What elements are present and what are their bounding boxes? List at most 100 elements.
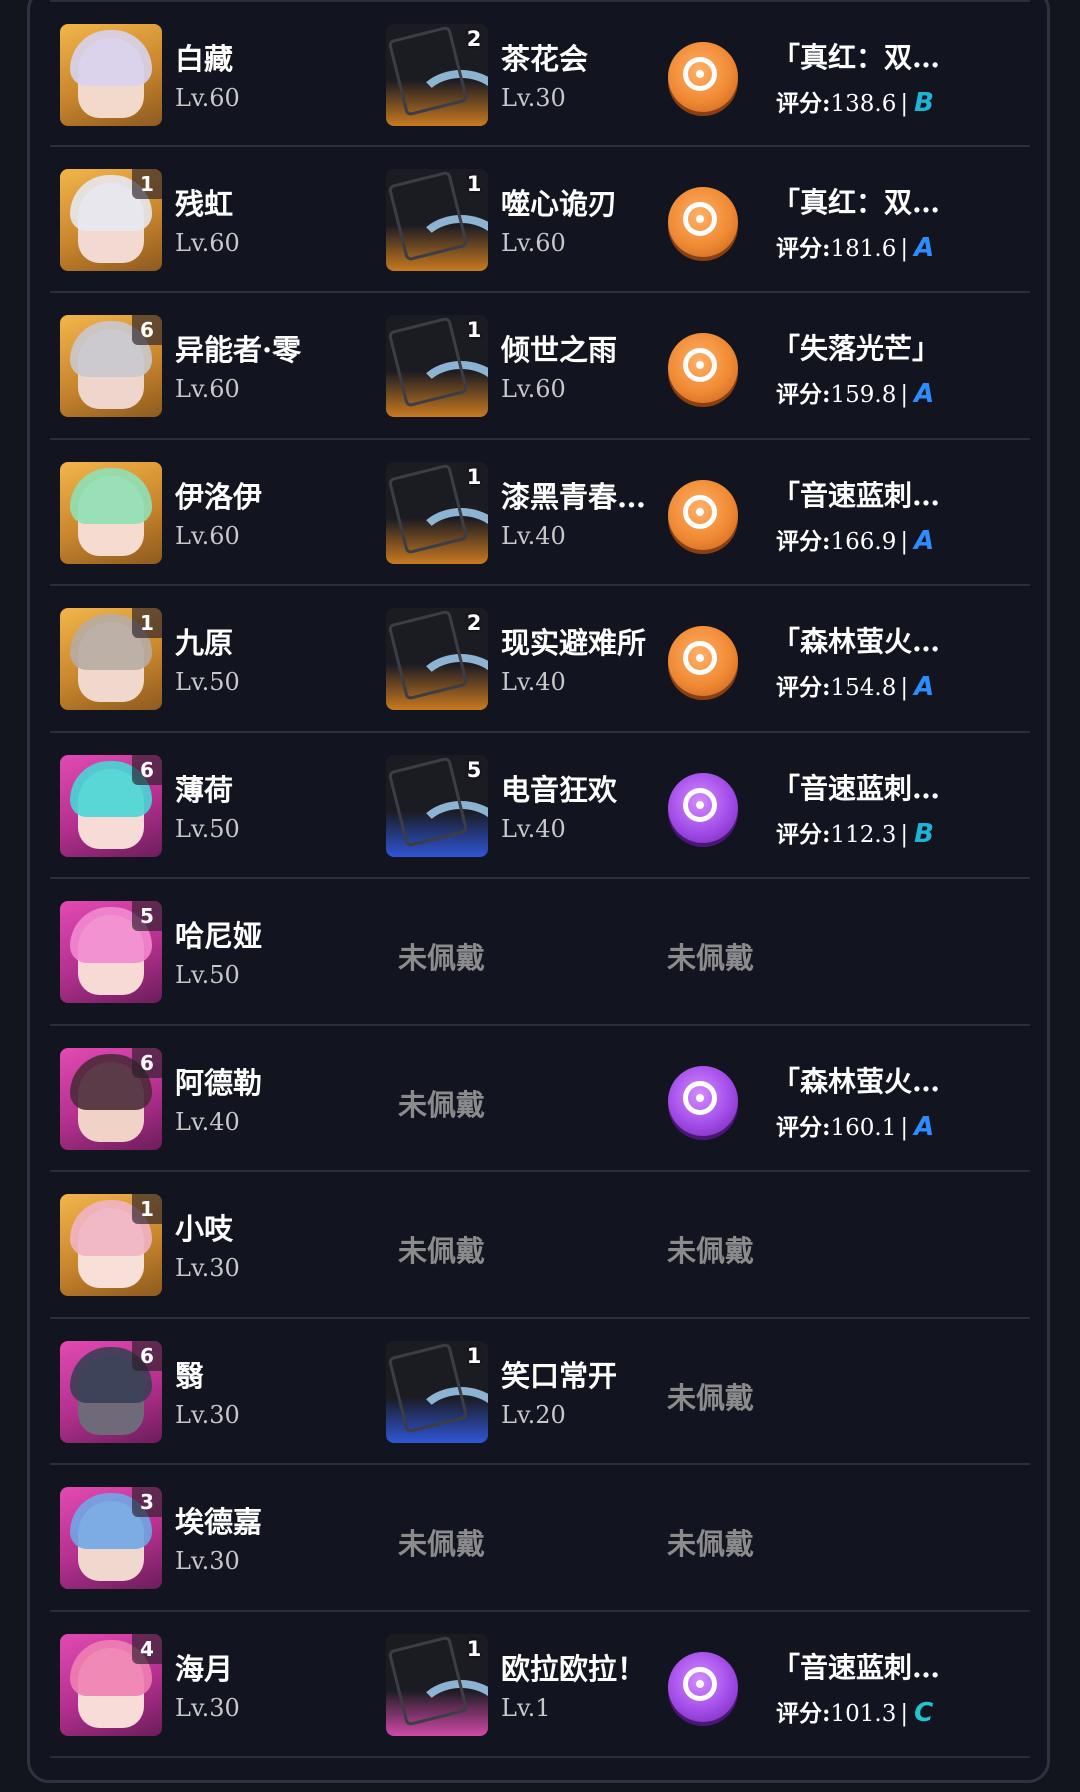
character-row[interactable]: 6 薄荷 Lv.50 5 电音狂欢 Lv.40 「音速蓝刺… 评分:112.3 | B [50,733,1030,879]
character-portrait[interactable] [60,461,162,564]
card-name: 现实避难所 [501,626,647,660]
character-rank-badge: 6 [132,1047,162,1078]
disc-score: 评分:166.9 | A [776,522,934,556]
character-portrait[interactable]: 4 [60,1633,162,1736]
character-level: Lv.30 [175,1693,240,1722]
character-portrait[interactable]: 6 [60,315,162,417]
disc-icon[interactable] [668,479,738,550]
character-row[interactable]: 伊洛伊 Lv.60 1 漆黑青春… Lv.40 「音速蓝刺… 评分:166.9 | A [50,440,1030,586]
disc-icon[interactable] [668,1651,738,1722]
character-portrait[interactable]: 1 [60,1194,162,1296]
card-unequipped-label[interactable]: 未佩戴 [398,1228,485,1270]
character-row[interactable]: 白藏 Lv.60 2 茶花会 Lv.30 「真红：双… 评分:138.6 | B [50,0,1030,147]
score-separator: | [900,91,909,117]
character-row[interactable]: 6 阿德勒 Lv.40 未佩戴 「森林萤火… 评分:160.1 | A [50,1026,1030,1172]
disc-icon[interactable] [668,1065,738,1136]
character-row[interactable]: 6 异能者·零 Lv.60 1 倾世之雨 Lv.60 「失落光芒」 评分:159.8 | A [50,293,1030,440]
character-rank-badge: 3 [132,1487,162,1517]
card-unequipped-label[interactable]: 未佩戴 [398,935,485,977]
disc-icon[interactable] [668,333,738,403]
character-row[interactable]: 5 哈尼娅 Lv.50 未佩戴 未佩戴 [50,879,1030,1026]
card-art[interactable]: 1 [386,1340,488,1443]
disc-icon[interactable] [668,186,738,257]
score-grade: A [914,232,935,263]
character-level: Lv.40 [175,1107,240,1136]
disc-name: 「森林萤火… [772,625,941,658]
card-art[interactable]: 1 [386,168,488,271]
score-label: 评分: [776,381,831,408]
score-value: 154.8 [830,675,897,701]
score-label: 评分: [776,90,831,117]
score-grade: C [914,1697,934,1728]
card-rank-badge: 1 [466,1343,482,1368]
disc-unequipped-label[interactable]: 未佩戴 [667,1521,754,1563]
card-rank-badge: 1 [466,318,482,342]
disc-unequipped-label[interactable]: 未佩戴 [667,1228,754,1270]
character-portrait[interactable]: 6 [60,754,162,857]
character-row[interactable]: 1 残虹 Lv.60 1 噬心诡刃 Lv.60 「真红：双… 评分:181.6 | A [50,147,1030,293]
character-level: Lv.30 [175,1400,240,1429]
disc-score: 评分:101.3 | C [776,1694,933,1728]
character-portrait[interactable]: 3 [60,1487,162,1589]
card-level: Lv.30 [501,84,566,112]
disc-icon[interactable] [668,626,738,696]
character-portrait[interactable]: 1 [60,608,162,710]
character-row[interactable]: 1 九原 Lv.50 2 现实避难所 Lv.40 「森林萤火… 评分:154.8 | A [50,586,1030,733]
disc-name: 「音速蓝刺… [772,478,941,512]
card-art[interactable]: 1 [386,461,488,564]
character-rank-badge: 6 [132,754,162,785]
character-row[interactable]: 3 埃德嘉 Lv.30 未佩戴 未佩戴 [50,1465,1030,1612]
disc-icon[interactable] [668,42,738,112]
card-art[interactable]: 1 [386,1633,488,1736]
card-name: 倾世之雨 [501,333,618,367]
character-portrait[interactable]: 6 [60,1340,162,1443]
character-name: 伊洛伊 [175,479,263,514]
score-value: 181.6 [830,235,897,262]
character-rank-badge: 6 [132,315,162,345]
character-level: Lv.60 [175,228,240,257]
disc-unequipped-label[interactable]: 未佩戴 [667,935,754,977]
score-grade: B [914,818,934,849]
score-value: 160.1 [830,1114,897,1141]
card-art[interactable]: 2 [386,24,488,126]
character-name: 哈尼娅 [175,919,263,953]
character-name: 埃德嘉 [175,1505,263,1539]
character-portrait[interactable] [60,24,162,126]
score-value: 112.3 [830,821,897,848]
character-level: Lv.50 [175,961,240,989]
character-name: 异能者·零 [175,333,302,367]
character-portrait[interactable]: 5 [60,901,162,1003]
character-rank-badge: 1 [132,1194,162,1224]
character-name: 白藏 [175,42,234,76]
card-unequipped-label[interactable]: 未佩戴 [398,1521,485,1563]
card-level: Lv.60 [501,375,566,403]
card-unequipped-label[interactable]: 未佩戴 [398,1082,485,1124]
character-name: 翳 [175,1358,205,1393]
card-art[interactable]: 1 [386,315,488,417]
character-row[interactable]: 1 小吱 Lv.30 未佩戴 未佩戴 [50,1172,1030,1319]
character-portrait[interactable]: 1 [60,168,162,271]
character-name: 阿德勒 [175,1065,263,1100]
character-rank-badge: 4 [132,1633,162,1664]
score-grade: B [914,88,934,118]
card-name: 欧拉欧拉！ [501,1651,647,1686]
character-rank-badge: 6 [132,1340,162,1371]
character-level: Lv.60 [175,521,240,550]
disc-name: 「音速蓝刺… [772,1650,941,1684]
character-row[interactable]: 4 海月 Lv.30 1 欧拉欧拉！ Lv.1 「音速蓝刺… 评分:101.3 | C [50,1612,1030,1758]
card-name: 电音狂欢 [501,772,618,807]
disc-score: 评分:112.3 | B [776,815,934,849]
disc-symbol-icon [683,1080,717,1115]
card-rank-badge: 2 [466,611,482,635]
character-portrait[interactable]: 6 [60,1047,162,1150]
disc-icon[interactable] [668,772,738,843]
disc-unequipped-label[interactable]: 未佩戴 [667,1375,754,1417]
card-frame-icon [387,25,469,117]
score-separator: | [900,528,909,555]
card-art[interactable]: 2 [386,608,488,710]
portrait-hair [70,30,152,86]
character-row[interactable]: 6 翳 Lv.30 1 笑口常开 Lv.20 未佩戴 [50,1319,1030,1465]
disc-symbol-icon [683,1666,717,1701]
card-art[interactable]: 5 [386,754,488,857]
score-value: 101.3 [830,1700,897,1727]
